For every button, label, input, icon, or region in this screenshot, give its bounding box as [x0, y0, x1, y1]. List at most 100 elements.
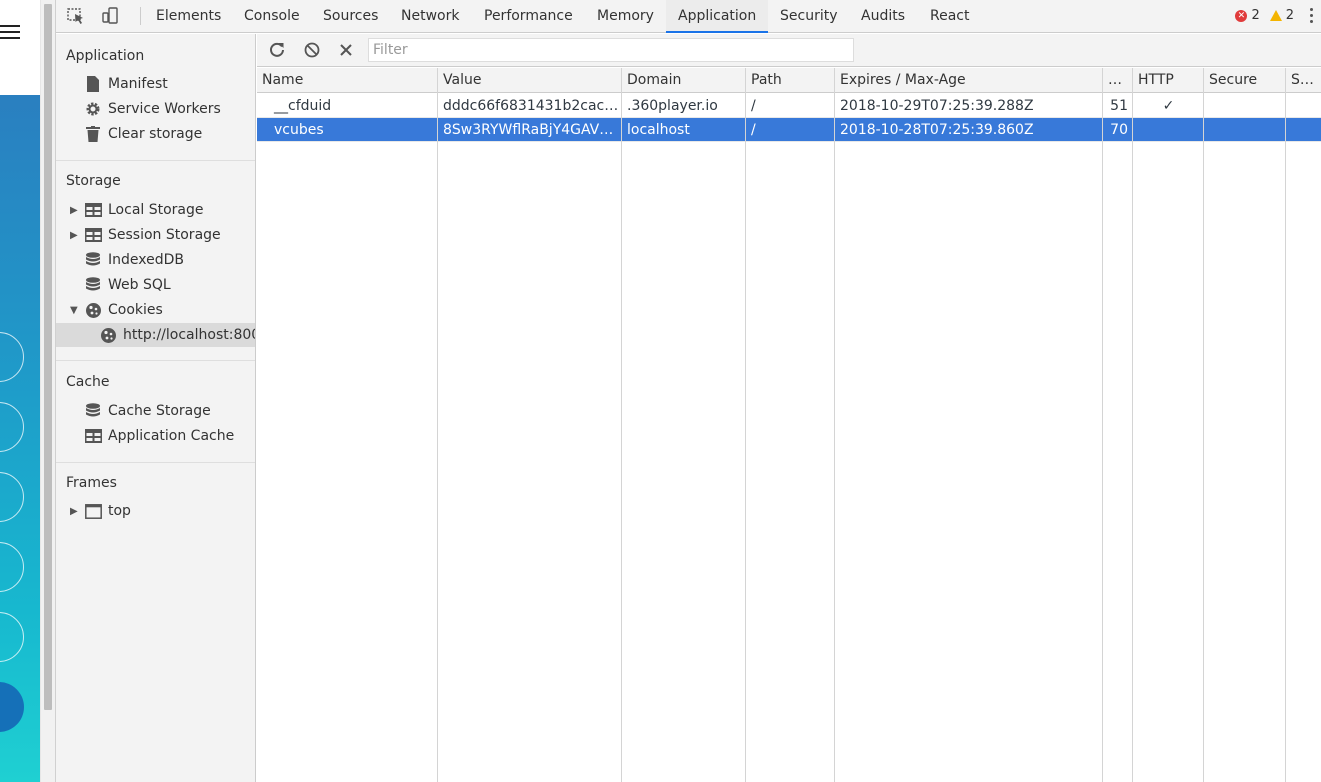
warning-count: 2: [1285, 8, 1294, 23]
column-header-value[interactable]: Value: [438, 68, 622, 93]
tab-application[interactable]: Application: [666, 0, 769, 33]
cell-size: 70: [1110, 122, 1128, 138]
section-title-application: Application: [66, 48, 145, 64]
column-header-sam[interactable]: Sam: [1286, 68, 1321, 93]
column-divider[interactable]: [1132, 68, 1133, 782]
column-header-path[interactable]: Path: [746, 68, 835, 93]
hamburger-menu-icon[interactable]: [0, 25, 20, 41]
web-page-viewport: [0, 0, 40, 782]
toolbar-separator: [140, 7, 141, 25]
gear-icon: [84, 101, 102, 117]
column-divider[interactable]: [1102, 68, 1103, 782]
sidebar-item-cookies[interactable]: ▼ Cookies: [70, 298, 163, 322]
refresh-icon[interactable]: [267, 40, 287, 60]
sidebar-item-http-localhost-8000[interactable]: http://localhost:8000: [56, 323, 256, 347]
sidebar-item-label: Clear storage: [108, 126, 203, 142]
section-title-cache: Cache: [66, 374, 110, 390]
table-row[interactable]: __cfduid dddc66f6831431b2cac… .360player.i…: [257, 94, 1321, 118]
tab-memory[interactable]: Memory: [585, 0, 666, 33]
console-counts[interactable]: ✕ 2 2: [1235, 8, 1294, 23]
devtools-tabbar: Elements Console Sources Network Performance…: [56, 0, 1321, 33]
section-title-frames: Frames: [66, 475, 117, 491]
sidebar-item-label: Service Workers: [108, 101, 221, 117]
tab-audits[interactable]: Audits: [849, 0, 917, 33]
cookie-icon: [84, 302, 102, 318]
error-icon: ✕: [1235, 9, 1248, 22]
cell-http: ✓: [1162, 98, 1175, 114]
cookies-toolbar: [257, 34, 1321, 67]
column-header-name[interactable]: Name: [257, 68, 438, 93]
triangle-down-icon[interactable]: ▼: [70, 305, 84, 316]
cell-samesite: [1286, 94, 1321, 118]
more-options-icon[interactable]: [1310, 8, 1314, 26]
sidebar-item-session-storage[interactable]: ▶ Session Storage: [70, 223, 221, 247]
cell-value: dddc66f6831431b2cac…: [443, 98, 619, 114]
column-header-secure[interactable]: Secure: [1204, 68, 1286, 93]
cell-expires: 2018-10-29T07:25:39.288Z: [840, 98, 1034, 114]
triangle-right-icon[interactable]: ▶: [70, 205, 84, 216]
column-header-domain[interactable]: Domain: [622, 68, 746, 93]
frame-icon: [84, 503, 102, 519]
table-icon: [84, 428, 102, 444]
tab-network[interactable]: Network: [389, 0, 471, 33]
sidebar-item-service-workers[interactable]: Service Workers: [70, 97, 221, 121]
devtools-panel: Elements Console Sources Network Performance…: [55, 0, 1321, 782]
sidebar-divider: [56, 360, 255, 361]
sidebar-item-label: top: [108, 503, 131, 519]
sidebar-item-web-sql[interactable]: Web SQL: [70, 273, 171, 297]
column-divider[interactable]: [1285, 68, 1286, 782]
table-row[interactable]: vcubes 8Sw3RYWflRaBjY4GAV… localhost / 2018-…: [257, 118, 1321, 142]
warning-icon: [1269, 10, 1282, 21]
column-divider[interactable]: [834, 68, 835, 782]
tab-react[interactable]: React: [918, 0, 981, 33]
sidebar-item-label: Web SQL: [108, 277, 171, 293]
sidebar-item-local-storage[interactable]: ▶ Local Storage: [70, 198, 204, 222]
filter-input[interactable]: [368, 38, 854, 62]
page-scrollbar[interactable]: [40, 0, 55, 782]
delete-selected-icon[interactable]: [336, 40, 356, 60]
sidebar-item-label: Cache Storage: [108, 403, 211, 419]
sidebar-item-label: Application Cache: [108, 428, 235, 444]
cookies-table: Name Value Domain Path Expires / Max-Age… HTT…: [257, 68, 1321, 782]
sidebar-item-clear-storage[interactable]: Clear storage: [70, 122, 202, 146]
column-header-http[interactable]: HTTP: [1133, 68, 1204, 93]
inspect-element-icon[interactable]: [66, 6, 86, 26]
sidebar-item-manifest[interactable]: Manifest: [70, 72, 168, 96]
sidebar-item-application-cache[interactable]: Application Cache: [70, 424, 234, 448]
sidebar-item-label: Manifest: [108, 76, 168, 92]
triangle-right-icon[interactable]: ▶: [70, 506, 84, 517]
device-toolbar-icon[interactable]: [100, 6, 120, 26]
cell-path: /: [751, 98, 756, 114]
cell-domain: localhost: [627, 122, 690, 138]
triangle-right-icon[interactable]: ▶: [70, 230, 84, 241]
tab-sources[interactable]: Sources: [311, 0, 390, 33]
page-scrollbar-thumb[interactable]: [44, 4, 52, 710]
column-divider[interactable]: [621, 68, 622, 782]
sidebar-item-cache-storage[interactable]: Cache Storage: [70, 399, 211, 423]
table-icon: [84, 227, 102, 243]
database-icon: [84, 403, 102, 419]
tab-security[interactable]: Security: [768, 0, 850, 33]
sidebar-item-label: http://localhost:8000: [123, 327, 256, 343]
document-icon: [84, 76, 102, 92]
trash-icon: [84, 126, 102, 142]
tab-elements[interactable]: Elements: [144, 0, 233, 33]
cookie-icon: [100, 327, 117, 343]
column-header-size[interactable]: …: [1103, 68, 1133, 93]
tab-console[interactable]: Console: [232, 0, 312, 33]
cell-domain: .360player.io: [627, 98, 718, 114]
application-sidebar: Application Manifest Service Workers Clear…: [56, 34, 256, 782]
database-icon: [84, 277, 102, 293]
table-icon: [84, 202, 102, 218]
tab-performance[interactable]: Performance: [472, 0, 585, 33]
clear-all-icon[interactable]: [302, 40, 322, 60]
column-divider[interactable]: [745, 68, 746, 782]
column-divider[interactable]: [437, 68, 438, 782]
cell-secure: [1204, 118, 1286, 142]
column-divider[interactable]: [1203, 68, 1204, 782]
database-icon: [84, 252, 102, 268]
column-header-expires-max-age[interactable]: Expires / Max-Age: [835, 68, 1103, 93]
sidebar-item-top[interactable]: ▶ top: [70, 499, 131, 523]
sidebar-item-label: Local Storage: [108, 202, 204, 218]
sidebar-item-indexeddb[interactable]: IndexedDB: [70, 248, 184, 272]
